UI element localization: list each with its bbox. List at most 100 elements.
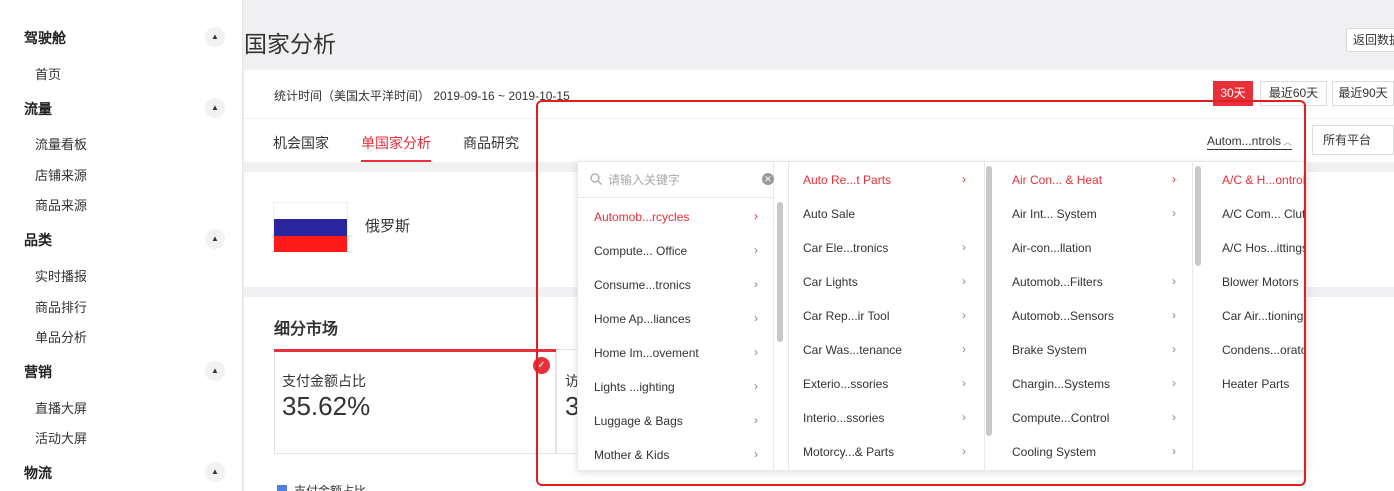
category-select-value: Autom...ntrols — [1207, 134, 1282, 148]
cascader-option[interactable]: Home Im...ovement — [594, 346, 699, 360]
range-30-button[interactable]: 30天 — [1213, 81, 1253, 106]
russia-flag-icon — [273, 202, 348, 252]
cascader-option[interactable]: Car Rep...ir Tool — [803, 309, 889, 323]
cascader-option[interactable]: Compute...Control — [1012, 411, 1109, 425]
sidebar-item-live-screen[interactable]: 直播大屏 — [35, 398, 87, 417]
cascader-option[interactable]: Car Lights — [803, 275, 858, 289]
cascader-option[interactable]: Automob...Sensors — [1012, 309, 1114, 323]
chevron-up-icon: ︿ — [1283, 137, 1293, 147]
sidebar-item-store-source[interactable]: 店铺来源 — [35, 165, 87, 184]
cascader-option[interactable]: Exterio...ssories — [803, 377, 888, 391]
sidebar-section-cockpit[interactable]: 驾驶舱 — [24, 28, 66, 48]
search-icon — [590, 173, 602, 185]
cascader-option[interactable]: Car Air...tioning — [1222, 309, 1303, 323]
card-value: 35.62% — [282, 391, 371, 421]
cascader-option[interactable]: Air-con...llation — [1012, 241, 1091, 255]
chevron-right-icon: › — [1172, 172, 1176, 186]
chevron-right-icon: › — [754, 345, 758, 359]
cascader-option[interactable]: Automob...Filters — [1012, 275, 1103, 289]
cascader-option[interactable]: Home Ap...liances — [594, 312, 691, 326]
cascader-option[interactable]: A/C Hos...ittings — [1222, 241, 1306, 255]
cascader-option[interactable]: A/C Com... Clutch — [1222, 207, 1306, 221]
category-select[interactable]: Autom...ntrols ︿ — [1207, 134, 1293, 150]
cascader-option[interactable]: Blower Motors — [1222, 275, 1299, 289]
chevron-right-icon: › — [1172, 342, 1176, 356]
back-button[interactable]: 返回数据 — [1346, 28, 1394, 52]
cascader-option[interactable]: Mother & Kids — [594, 448, 669, 462]
country-name: 俄罗斯 — [365, 218, 411, 235]
chevron-right-icon: › — [1172, 206, 1176, 220]
cascader-option[interactable]: Air Con... & Heat — [1012, 173, 1102, 187]
stat-time: 统计时间（美国太平洋时间） 2019-09-16 ~ 2019-10-15 — [274, 89, 570, 103]
scrollbar[interactable] — [986, 166, 992, 436]
cascader-option[interactable]: Air Int... System — [1012, 207, 1097, 221]
collapse-icon[interactable]: ▲ — [205, 462, 225, 482]
collapse-icon[interactable]: ▲ — [205, 98, 225, 118]
cascader-option[interactable]: Auto Re...t Parts — [803, 173, 891, 187]
sidebar-item-traffic-board[interactable]: 流量看板 — [35, 134, 87, 153]
range-60-button[interactable]: 最近60天 — [1260, 81, 1327, 106]
cascader-option[interactable]: Consume...tronics — [594, 278, 691, 292]
tab-product-research[interactable]: 商品研究 — [463, 133, 519, 153]
active-tab-indicator — [361, 160, 431, 162]
chevron-right-icon: › — [754, 243, 758, 257]
collapse-icon[interactable]: ▲ — [205, 27, 225, 47]
cascader-option[interactable]: Automob...rcycles — [594, 210, 689, 224]
sidebar-item-product-rank[interactable]: 商品排行 — [35, 297, 87, 316]
sidebar-section-logistics[interactable]: 物流 — [24, 463, 52, 483]
chevron-right-icon: › — [754, 379, 758, 393]
cascader-option[interactable]: A/C & H...ontrols — [1222, 173, 1306, 187]
cascader-option[interactable]: Motorcy...& Parts — [803, 445, 894, 459]
page-title: 国家分析 — [244, 31, 336, 57]
sidebar: 驾驶舱 ▲ 首页 流量 ▲ 流量看板 店铺来源 商品来源 品类 ▲ 实时播报 商… — [0, 0, 243, 491]
cascader-option[interactable]: Interio...ssories — [803, 411, 884, 425]
cascader-option[interactable]: Compute... Office — [594, 244, 687, 258]
cascader-option[interactable]: Luggage & Bags — [594, 414, 683, 428]
chevron-right-icon: › — [1172, 308, 1176, 322]
chevron-right-icon: › — [1172, 410, 1176, 424]
sidebar-section-category[interactable]: 品类 — [24, 230, 52, 250]
card-label: 支付金额占比 — [282, 373, 366, 389]
legend-label: 支付金额占比 — [294, 484, 367, 491]
cascader-option[interactable]: Chargin...Systems — [1012, 377, 1110, 391]
chevron-right-icon: › — [1172, 376, 1176, 390]
scrollbar[interactable] — [777, 202, 783, 342]
sidebar-item-single-product[interactable]: 单品分析 — [35, 327, 87, 346]
sidebar-section-traffic[interactable]: 流量 — [24, 99, 52, 119]
collapse-icon[interactable]: ▲ — [205, 361, 225, 381]
range-90-button[interactable]: 最近90天 — [1332, 81, 1394, 106]
segment-title: 细分市场 — [274, 321, 339, 338]
chevron-right-icon: › — [962, 308, 966, 322]
card-active-bar — [274, 349, 556, 352]
search-box: ✕ — [578, 162, 774, 198]
divider — [244, 118, 1394, 119]
chevron-right-icon: › — [754, 413, 758, 427]
sidebar-item-event-screen[interactable]: 活动大屏 — [35, 428, 87, 447]
cascader-option[interactable]: Condens...orators — [1222, 343, 1306, 357]
chevron-right-icon: › — [962, 240, 966, 254]
tab-opportunity-countries[interactable]: 机会国家 — [273, 133, 329, 153]
cascader-option[interactable]: Cooling System — [1012, 445, 1096, 459]
sidebar-item-home[interactable]: 首页 — [35, 64, 61, 83]
clear-icon[interactable]: ✕ — [762, 173, 774, 185]
chevron-right-icon: › — [962, 376, 966, 390]
chevron-right-icon: › — [1172, 444, 1176, 458]
sidebar-item-product-source[interactable]: 商品来源 — [35, 195, 87, 214]
platform-select[interactable]: 所有平台 — [1312, 125, 1394, 155]
chevron-right-icon: › — [962, 410, 966, 424]
sidebar-item-realtime[interactable]: 实时播报 — [35, 266, 87, 285]
sidebar-section-marketing[interactable]: 营销 — [24, 362, 52, 382]
cascader-option[interactable]: Auto Sale — [803, 207, 855, 221]
cascader-option[interactable]: Car Was...tenance — [803, 343, 902, 357]
tab-single-country[interactable]: 单国家分析 — [361, 133, 431, 153]
cascader-option[interactable]: Brake System — [1012, 343, 1087, 357]
cascader-option[interactable]: Heater Parts — [1222, 377, 1289, 391]
legend-swatch — [277, 485, 287, 491]
search-input[interactable] — [608, 171, 748, 189]
chevron-right-icon: › — [1172, 274, 1176, 288]
cascader-option[interactable]: Car Ele...tronics — [803, 241, 888, 255]
cascader-option[interactable]: Lights ...ighting — [594, 380, 675, 394]
collapse-icon[interactable]: ▲ — [205, 229, 225, 249]
scrollbar[interactable] — [1195, 166, 1201, 266]
check-icon: ✓ — [533, 357, 550, 374]
